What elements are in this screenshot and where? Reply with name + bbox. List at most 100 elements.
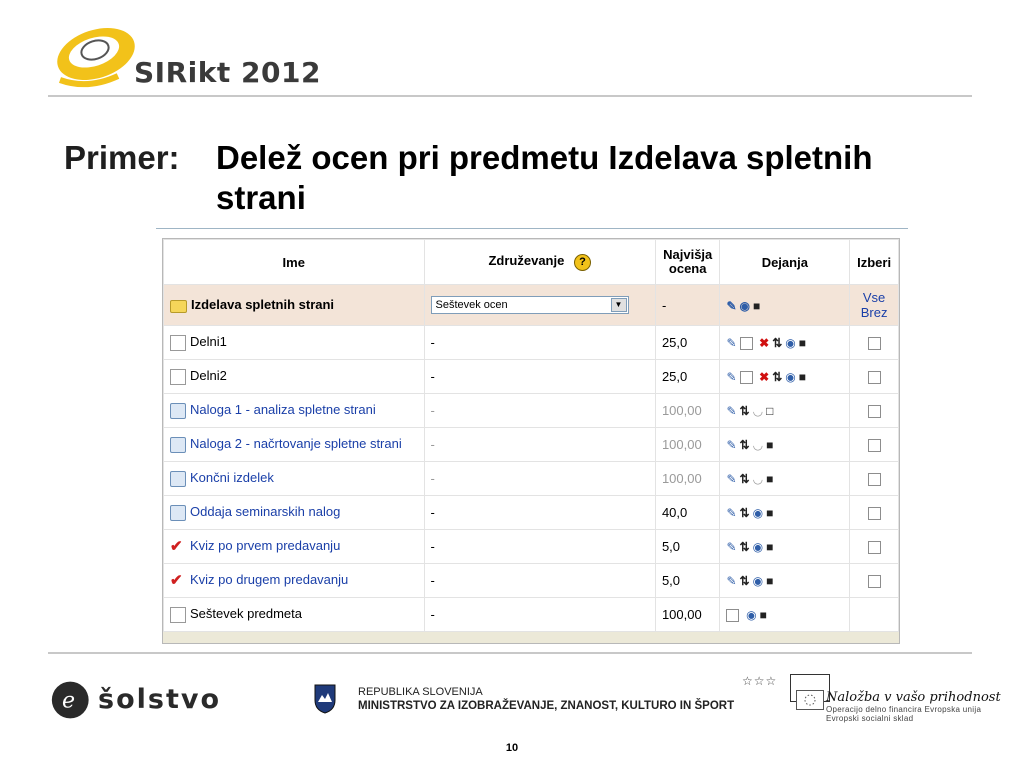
- assignment-icon: [170, 470, 186, 487]
- item-link[interactable]: Kviz po drugem predavanju: [190, 572, 348, 587]
- eye-icon[interactable]: ◉: [785, 336, 795, 350]
- lock-icon[interactable]: ■: [760, 608, 767, 622]
- eye-icon[interactable]: ◉: [785, 370, 795, 384]
- item-aggregation: -: [423, 325, 656, 360]
- select-checkbox[interactable]: [867, 507, 881, 521]
- unlock-icon[interactable]: □: [766, 404, 773, 418]
- eye-icon[interactable]: ◉: [753, 506, 763, 520]
- item-max: 100,00: [654, 427, 721, 462]
- help-icon[interactable]: ?: [573, 254, 591, 271]
- move-icon[interactable]: ⇅: [740, 506, 750, 520]
- item-max: 5,0: [654, 529, 721, 564]
- move-icon[interactable]: ⇅: [772, 370, 782, 384]
- header-actions: Dejanja: [719, 239, 851, 285]
- select-none-link[interactable]: Brez: [856, 305, 892, 320]
- edit-icon[interactable]: ✎: [726, 540, 736, 554]
- select-checkbox[interactable]: [867, 473, 881, 487]
- table-row: Naloga 1 - analiza spletne strani - 100,…: [163, 393, 899, 428]
- lock-icon[interactable]: ■: [766, 438, 773, 452]
- item-name: Delni1: [190, 334, 227, 350]
- course-row: Izdelava spletnih strani Seštevek ocen ▼ …: [163, 284, 899, 326]
- edit-icon[interactable]: ✎: [726, 472, 736, 486]
- hidden-eye-icon[interactable]: ◡: [753, 438, 763, 452]
- move-icon[interactable]: ⇅: [740, 404, 750, 418]
- grade-items-table: Ime Združevanje ? Najvišja ocena Dejanja…: [163, 239, 899, 632]
- item-link[interactable]: Končni izdelek: [190, 470, 274, 485]
- item-aggregation: -: [423, 495, 656, 530]
- eye-icon[interactable]: ◉: [753, 574, 763, 588]
- select-checkbox[interactable]: [867, 541, 881, 555]
- move-icon[interactable]: ⇅: [740, 438, 750, 452]
- checkbox[interactable]: [739, 336, 753, 350]
- lock-icon[interactable]: ■: [766, 472, 773, 486]
- item-aggregation: -: [423, 529, 656, 564]
- lock-icon[interactable]: ■: [799, 336, 806, 350]
- select-checkbox[interactable]: [867, 439, 881, 453]
- edit-icon[interactable]: ✎: [726, 404, 736, 418]
- move-icon[interactable]: ⇅: [740, 472, 750, 486]
- eye-icon[interactable]: ◉: [746, 608, 756, 622]
- delete-icon[interactable]: ✖: [759, 370, 769, 384]
- manual-item-icon: [170, 368, 186, 385]
- lock-icon[interactable]: ■: [766, 540, 773, 554]
- slide-title-label: Primer:: [64, 139, 180, 176]
- item-aggregation: -: [423, 461, 656, 496]
- header-aggregation: Združevanje ?: [423, 239, 656, 285]
- select-checkbox[interactable]: [867, 371, 881, 385]
- edit-icon[interactable]: ✎: [726, 336, 736, 350]
- item-max: 25,0: [654, 359, 721, 394]
- select-all-link[interactable]: Vse: [856, 290, 892, 305]
- header-name: Ime: [163, 239, 425, 285]
- edit-icon[interactable]: ✎: [726, 438, 736, 452]
- lock-icon[interactable]: ■: [766, 574, 773, 588]
- select-checkbox[interactable]: [867, 575, 881, 589]
- hidden-eye-icon[interactable]: ◡: [753, 404, 763, 418]
- lock-icon[interactable]: ■: [799, 370, 806, 384]
- table-row: Seštevek predmeta - 100,00 ◉ ■: [163, 597, 899, 632]
- eye-icon[interactable]: ◉: [753, 540, 763, 554]
- svg-text:e: e: [62, 688, 75, 713]
- ministry-line2: MINISTRSTVO ZA IZOBRAŽEVANJE, ZNANOST, K…: [358, 700, 735, 712]
- table-row: ✔ Kviz po prvem predavanju - 5,0 ✎ ⇅ ◉ ■: [163, 529, 899, 564]
- course-max: -: [654, 284, 721, 326]
- panel-top-line: [156, 228, 908, 229]
- select-checkbox[interactable]: [867, 337, 881, 351]
- select-checkbox[interactable]: [867, 405, 881, 419]
- solstvo-text: šolstvo: [98, 684, 222, 715]
- lock-icon[interactable]: ■: [766, 506, 773, 520]
- item-name: Delni2: [190, 368, 227, 384]
- item-link[interactable]: Kviz po prvem predavanju: [190, 538, 340, 553]
- item-max: 25,0: [654, 325, 721, 360]
- checkbox[interactable]: [726, 608, 740, 622]
- item-link[interactable]: Naloga 1 - analiza spletne strani: [190, 402, 376, 417]
- ministry-line1: REPUBLIKA SLOVENIJA: [358, 686, 483, 698]
- eye-icon[interactable]: ◉: [740, 299, 750, 313]
- edit-icon[interactable]: ✎: [726, 370, 736, 384]
- item-aggregation: -: [423, 359, 656, 394]
- edit-icon[interactable]: ✎: [726, 506, 736, 520]
- item-max: 100,00: [654, 393, 721, 428]
- aggregation-select[interactable]: Seštevek ocen ▼: [430, 296, 629, 314]
- header-select: Izberi: [849, 239, 899, 285]
- move-icon[interactable]: ⇅: [772, 336, 782, 350]
- item-max: 100,00: [654, 461, 721, 496]
- delete-icon[interactable]: ✖: [759, 336, 769, 350]
- table-row: ✔ Kviz po drugem predavanju - 5,0 ✎ ⇅ ◉ ■: [163, 563, 899, 598]
- chevron-down-icon: ▼: [610, 298, 627, 312]
- ministry-block: REPUBLIKA SLOVENIJA MINISTRSTVO ZA IZOBR…: [358, 685, 734, 713]
- item-link[interactable]: Oddaja seminarskih nalog: [190, 504, 340, 519]
- move-icon[interactable]: ⇅: [740, 574, 750, 588]
- manual-item-icon: [170, 334, 186, 351]
- folder-icon: [170, 299, 187, 313]
- move-icon[interactable]: ⇅: [740, 540, 750, 554]
- edit-icon[interactable]: ✎: [726, 299, 736, 313]
- lock-icon[interactable]: ■: [753, 299, 760, 313]
- gradebook-screenshot: Ime Združevanje ? Najvišja ocena Dejanja…: [156, 228, 908, 648]
- checkbox[interactable]: [739, 370, 753, 384]
- header-divider: [48, 95, 972, 97]
- hidden-eye-icon[interactable]: ◡: [753, 472, 763, 486]
- item-link[interactable]: Naloga 2 - načrtovanje spletne strani: [190, 436, 402, 451]
- page-number: 10: [505, 742, 519, 754]
- table-row: Končni izdelek - 100,00 ✎ ⇅ ◡ ■: [163, 461, 899, 496]
- edit-icon[interactable]: ✎: [726, 574, 736, 588]
